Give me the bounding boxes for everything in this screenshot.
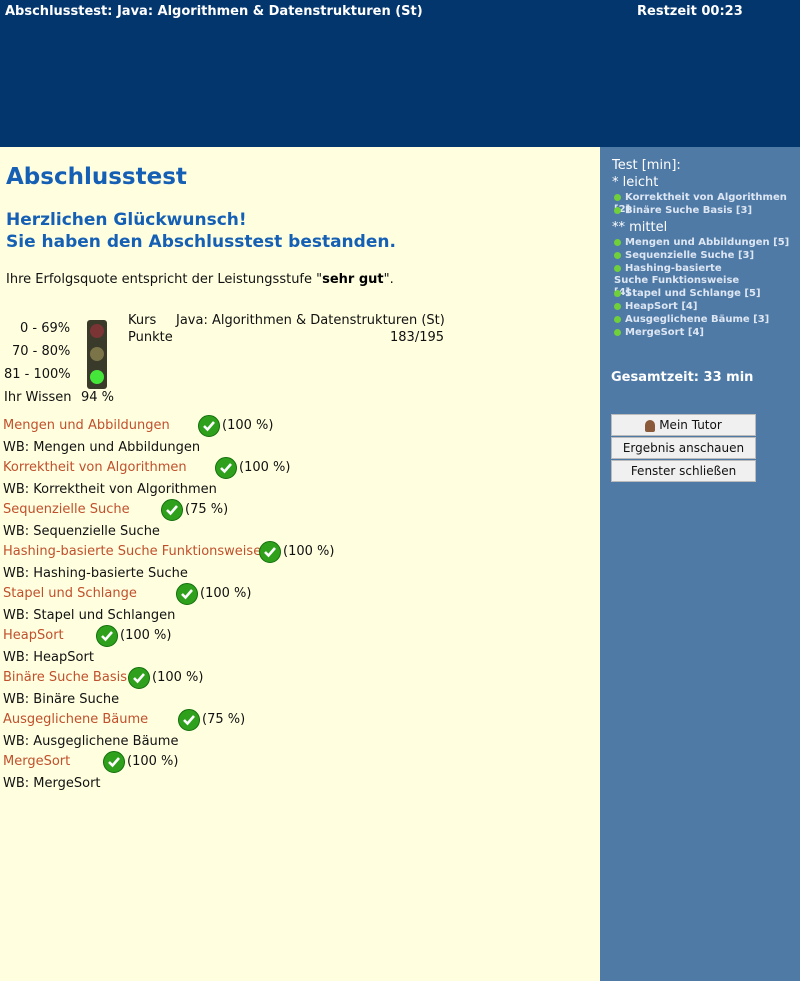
status-dot-icon [614, 315, 621, 323]
result-link-sequenzielle[interactable]: Sequenzielle Suche [3, 502, 130, 517]
sidebar-item[interactable]: MergeSort [4] [614, 327, 704, 339]
punkte-label: Punkte [128, 330, 173, 345]
wb-label: WB: Binäre Suche [3, 692, 120, 707]
check-icon [96, 625, 118, 647]
my-tutor-label: Mein Tutor [659, 418, 722, 432]
my-tutor-button[interactable]: Mein Tutor [611, 414, 756, 436]
kurs-value: Java: Algorithmen & Datenstrukturen (St) [176, 313, 445, 328]
sidebar-item[interactable]: Mengen und Abbildungen [5] [614, 237, 789, 249]
check-icon [259, 541, 281, 563]
sidebar-item-label: MergeSort [4] [625, 327, 704, 338]
wb-label: WB: HeapSort [3, 650, 94, 665]
status-dot-icon [614, 264, 621, 272]
wb-label: WB: Mengen und Abbildungen [3, 440, 201, 455]
status-dot-icon [614, 328, 621, 336]
result-percent: (75 %) [202, 712, 246, 727]
status-dot-icon [614, 206, 621, 214]
punkte-value: 183/195 [390, 330, 445, 345]
page-title: Abschlusstest [6, 164, 187, 190]
result-percent: (100 %) [239, 460, 291, 475]
sidebar-item[interactable]: Sequenzielle Suche [3] [614, 250, 754, 262]
sidebar-item-label: Ausgeglichene Bäume [3] [625, 314, 770, 325]
sidebar-item[interactable]: Ausgeglichene Bäume [3] [614, 314, 769, 326]
wb-label: WB: Sequenzielle Suche [3, 524, 160, 539]
status-dot-icon [614, 238, 621, 246]
result-link-binaere[interactable]: Binäre Suche Basis [3, 670, 127, 685]
wissen-label: Ihr Wissen [4, 390, 72, 405]
sidebar-item[interactable]: Stapel und Schlange [5] [614, 288, 761, 300]
result-link-korrektheit[interactable]: Korrektheit von Algorithmen [3, 460, 187, 475]
window-title: Abschlusstest: Java: Algorithmen & Daten… [5, 4, 423, 19]
result-percent: (75 %) [185, 502, 229, 517]
check-icon [198, 415, 220, 437]
sidebar-item[interactable]: Binäre Suche Basis [3] [614, 205, 752, 217]
wb-label: WB: Ausgeglichene Bäume [3, 734, 179, 749]
congrats-line2: Sie haben den Abschlusstest bestanden. [6, 232, 396, 252]
wb-label: WB: Hashing-basierte Suche [3, 566, 188, 581]
sidebar-item-label: Sequenzielle Suche [3] [625, 250, 755, 261]
result-link-heapsort[interactable]: HeapSort [3, 628, 64, 643]
success-quote: Ihre Erfolgsquote entspricht der Leistun… [6, 272, 394, 287]
status-dot-icon [614, 193, 621, 201]
level-easy: * leicht [612, 175, 659, 190]
range-high: 81 - 100% [4, 367, 71, 382]
quote-prefix: Ihre Erfolgsquote entspricht der Leistun… [6, 272, 323, 287]
remaining-time: Restzeit 00:23 [637, 4, 743, 19]
main-panel: Abschlusstest Herzlichen Glückwunsch! Si… [0, 147, 600, 981]
sidebar-item-label: Binäre Suche Basis [3] [625, 205, 753, 216]
range-low: 0 - 69% [20, 321, 71, 336]
quote-suffix: ". [383, 272, 394, 287]
result-link-mergesort[interactable]: MergeSort [3, 754, 70, 769]
wb-label: WB: Korrektheit von Algorithmen [3, 482, 217, 497]
tutor-icon [645, 419, 656, 432]
close-window-button[interactable]: Fenster schließen [611, 460, 756, 482]
green-lamp-icon [90, 370, 104, 384]
level-medium: ** mittel [612, 220, 668, 235]
check-icon [215, 457, 237, 479]
quote-level: sehr gut [322, 272, 384, 287]
congrats-line1: Herzlichen Glückwunsch! [6, 210, 247, 230]
result-percent: (100 %) [200, 586, 252, 601]
result-percent: (100 %) [120, 628, 172, 643]
wb-label: WB: MergeSort [3, 776, 101, 791]
sidebar-item-label: Stapel und Schlange [5] [625, 288, 761, 299]
result-percent: (100 %) [222, 418, 274, 433]
yellow-lamp-icon [90, 347, 104, 361]
sidebar-title: Test [min]: [612, 158, 681, 173]
check-icon [161, 499, 183, 521]
status-dot-icon [614, 302, 621, 310]
wb-label: WB: Stapel und Schlangen [3, 608, 176, 623]
total-time: Gesamtzeit: 33 min [611, 370, 754, 385]
result-link-baeume[interactable]: Ausgeglichene Bäume [3, 712, 148, 727]
range-mid: 70 - 80% [12, 344, 71, 359]
kurs-label: Kurs [128, 313, 157, 328]
sidebar-item-label: Mengen und Abbildungen [5] [625, 237, 790, 248]
result-link-mengen[interactable]: Mengen und Abbildungen [3, 418, 170, 433]
congratulation-message: Herzlichen Glückwunsch! Sie haben den Ab… [6, 209, 396, 253]
check-icon [178, 709, 200, 731]
result-percent: (100 %) [152, 670, 204, 685]
check-icon [176, 583, 198, 605]
sidebar-item-label: HeapSort [4] [625, 301, 698, 312]
result-percent: (100 %) [283, 544, 335, 559]
check-icon [128, 667, 150, 689]
red-lamp-icon [90, 324, 104, 338]
status-dot-icon [614, 251, 621, 259]
wissen-value: 94 % [81, 390, 115, 405]
traffic-light-icon [87, 320, 107, 389]
view-result-button[interactable]: Ergebnis anschauen [611, 437, 756, 459]
status-dot-icon [614, 289, 621, 297]
header-bar: Abschlusstest: Java: Algorithmen & Daten… [0, 0, 800, 147]
result-link-stapel[interactable]: Stapel und Schlange [3, 586, 137, 601]
sidebar-item[interactable]: HeapSort [4] [614, 301, 697, 313]
result-percent: (100 %) [127, 754, 179, 769]
result-link-hashing[interactable]: Hashing-basierte Suche Funktionsweise [3, 544, 261, 559]
check-icon [103, 751, 125, 773]
